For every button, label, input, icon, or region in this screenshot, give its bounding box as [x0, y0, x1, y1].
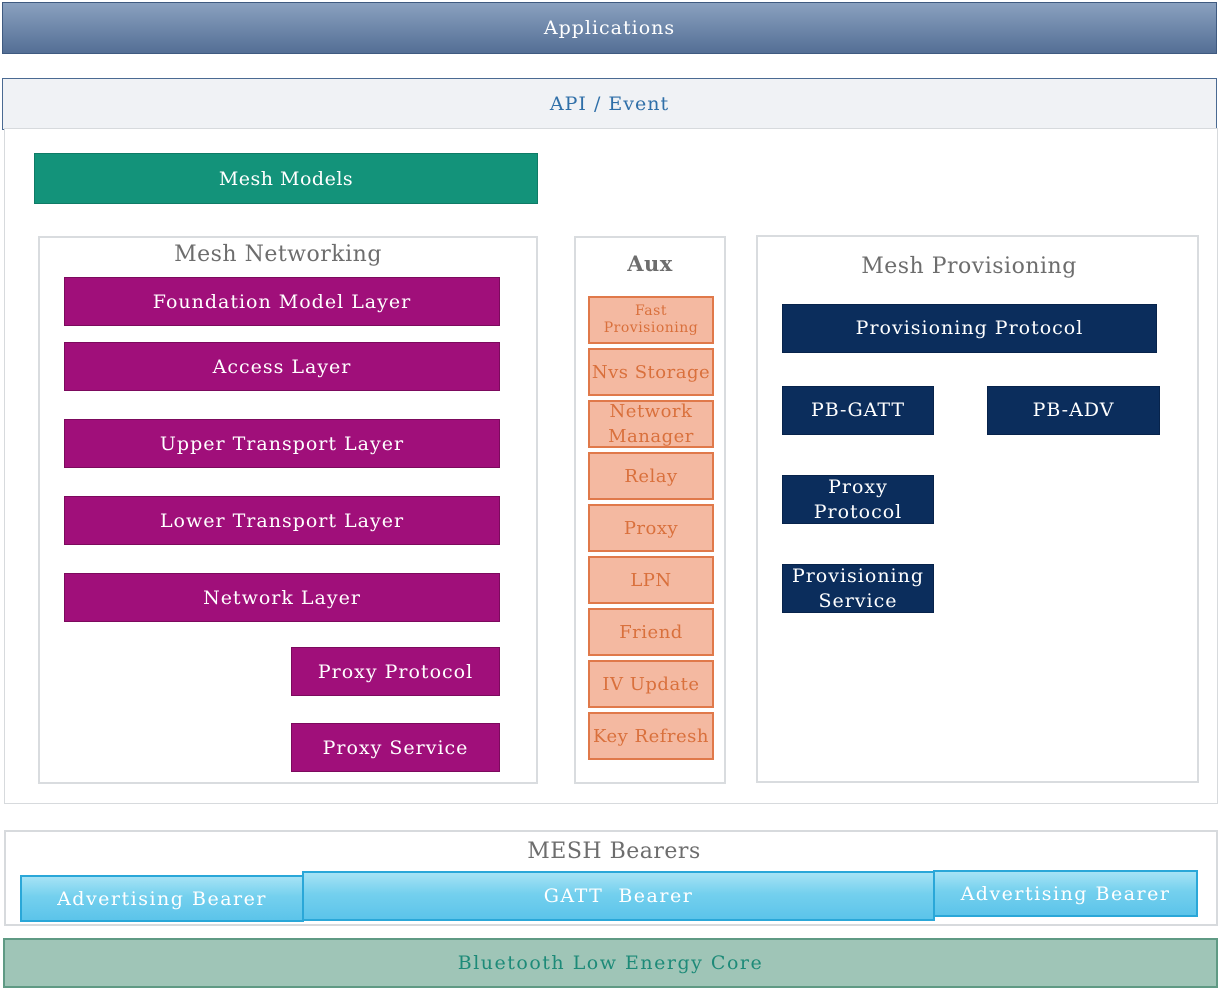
aux-item-label: LPN [630, 569, 672, 591]
layer-label: Upper Transport Layer [159, 432, 405, 455]
aux-item-label: Key Refresh [593, 725, 709, 747]
lpn-block: LPN [588, 556, 714, 604]
advertising-bearer-left-block: Advertising Bearer [20, 875, 304, 922]
aux-item-label: Friend [619, 621, 683, 643]
pb-adv-block: PB-ADV [987, 386, 1160, 435]
gatt-bearer-block: GATT Bearer [302, 871, 935, 921]
applications-bar: Applications [2, 2, 1217, 54]
network-manager-block: Network Manager [588, 400, 714, 448]
relay-block: Relay [588, 452, 714, 500]
api-event-bar: API / Event [2, 78, 1217, 130]
proxy-service-block: Proxy Service [291, 723, 500, 772]
aux-item-label: Fast Provisioning [603, 303, 699, 336]
proxy-block: Proxy [588, 504, 714, 552]
aux-title: Aux [627, 250, 673, 276]
provisioning-service-block: Provisioning Service [782, 564, 934, 613]
friend-block: Friend [588, 608, 714, 656]
provisioning-item-label: Provisioning Service [791, 564, 925, 612]
provisioning-item-label: Proxy Protocol [813, 475, 903, 523]
network-layer-block: Network Layer [64, 573, 500, 622]
layer-label: Proxy Service [322, 736, 469, 759]
proxy-protocol-provisioning-block: Proxy Protocol [782, 475, 934, 524]
provisioning-protocol-block: Provisioning Protocol [782, 304, 1157, 353]
api-event-label: API / Event [549, 93, 670, 115]
bearer-label: Advertising Bearer [57, 887, 267, 910]
proxy-protocol-block: Proxy Protocol [291, 647, 500, 696]
aux-item-label: Nvs Storage [591, 361, 711, 383]
foundation-model-layer-block: Foundation Model Layer [64, 277, 500, 326]
mesh-networking-title: Mesh Networking [174, 241, 382, 267]
ble-core-label: Bluetooth Low Energy Core [457, 952, 764, 974]
nvs-storage-block: Nvs Storage [588, 348, 714, 396]
mesh-models-block: Mesh Models [34, 153, 538, 204]
mesh-provisioning-title: Mesh Provisioning [861, 253, 1077, 279]
layer-label: Proxy Protocol [317, 660, 474, 683]
aux-item-label: Proxy [623, 517, 679, 539]
bluetooth-low-energy-core-bar: Bluetooth Low Energy Core [3, 938, 1218, 988]
layer-label: Lower Transport Layer [159, 509, 405, 532]
aux-item-label: Relay [624, 465, 678, 487]
iv-update-block: IV Update [588, 660, 714, 708]
access-layer-block: Access Layer [64, 342, 500, 391]
mesh-bearers-title: MESH Bearers [527, 838, 701, 864]
aux-item-label: Network Manager [608, 401, 694, 447]
upper-transport-layer-block: Upper Transport Layer [64, 419, 500, 468]
bearer-label: Advertising Bearer [960, 882, 1171, 905]
layer-label: Foundation Model Layer [152, 290, 412, 313]
provisioning-item-label: PB-GATT [810, 399, 906, 421]
provisioning-item-label: PB-ADV [1032, 399, 1115, 421]
layer-label: Network Layer [203, 586, 361, 609]
bearer-label: GATT Bearer [543, 885, 694, 907]
advertising-bearer-right-block: Advertising Bearer [933, 870, 1198, 917]
key-refresh-block: Key Refresh [588, 712, 714, 760]
lower-transport-layer-block: Lower Transport Layer [64, 496, 500, 545]
pb-gatt-block: PB-GATT [782, 386, 934, 435]
provisioning-item-label: Provisioning Protocol [855, 317, 1084, 339]
applications-label: Applications [543, 17, 676, 39]
layer-label: Access Layer [212, 355, 352, 378]
aux-item-label: IV Update [602, 673, 700, 695]
mesh-models-label: Mesh Models [218, 167, 354, 190]
fast-provisioning-block: Fast Provisioning [588, 296, 714, 344]
